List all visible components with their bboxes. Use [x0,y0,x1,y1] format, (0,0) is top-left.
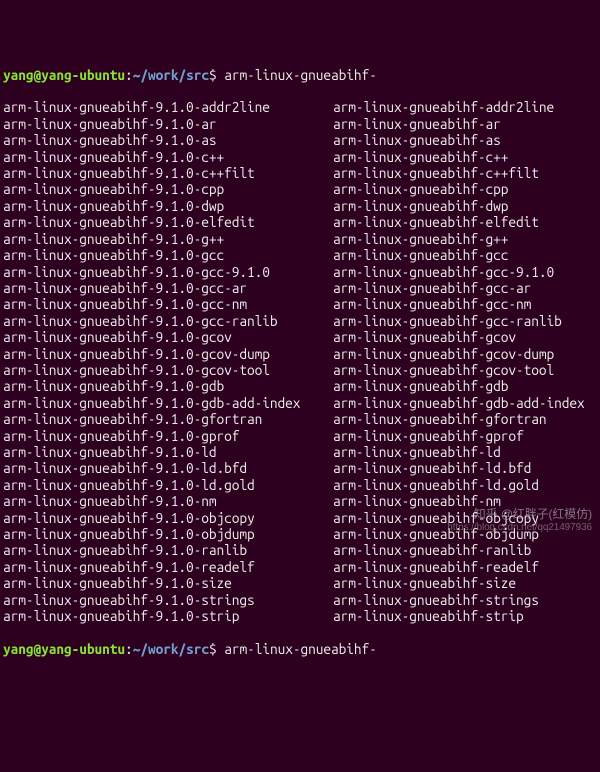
watermark-line1: 知乎 @红胖子(红模仿) [447,507,592,521]
listing-item: arm-linux-gnueabihf-gcov-tool [333,362,593,378]
listing-item: arm-linux-gnueabihf-ar [333,116,593,132]
listing-item: arm-linux-gnueabihf-9.1.0-size [3,575,333,591]
prompt-command: arm-linux-gnueabihf- [224,67,377,83]
watermark: 知乎 @红胖子(红模仿) https://blog.csdn.net/qq214… [447,507,592,535]
listing-item: arm-linux-gnueabihf-9.1.0-readelf [3,559,333,575]
listing-item: arm-linux-gnueabihf-ld [333,444,593,460]
listing-item: arm-linux-gnueabihf-strip [333,608,593,624]
listing-item: arm-linux-gnueabihf-9.1.0-objdump [3,526,333,542]
listing-item: arm-linux-gnueabihf-9.1.0-gdb [3,378,333,394]
listing-item: arm-linux-gnueabihf-gdb-add-index [333,395,593,411]
listing-item: arm-linux-gnueabihf-9.1.0-ld [3,444,333,460]
prompt-path: ~/work/src [133,67,209,83]
listing-item: arm-linux-gnueabihf-9.1.0-gprof [3,428,333,444]
listing-column-right: arm-linux-gnueabihf-addr2linearm-linux-g… [333,99,593,624]
listing-item: arm-linux-gnueabihf-c++filt [333,165,593,181]
terminal-line-prompt-2[interactable]: yang@yang-ubuntu:~/work/src$ arm-linux-g… [3,641,597,657]
listing-item: arm-linux-gnueabihf-c++ [333,149,593,165]
prompt-dollar: $ [209,67,224,83]
listing-item: arm-linux-gnueabihf-9.1.0-elfedit [3,214,333,230]
listing-item: arm-linux-gnueabihf-9.1.0-gcc [3,247,333,263]
listing-item: arm-linux-gnueabihf-9.1.0-gcc-ar [3,280,333,296]
prompt-colon: : [125,641,133,657]
listing-item: arm-linux-gnueabihf-9.1.0-strip [3,608,333,624]
terminal-line-prompt-1[interactable]: yang@yang-ubuntu:~/work/src$ arm-linux-g… [3,67,597,83]
listing-item: arm-linux-gnueabihf-gcov [333,329,593,345]
listing-item: arm-linux-gnueabihf-readelf [333,559,593,575]
listing-column-left: arm-linux-gnueabihf-9.1.0-addr2linearm-l… [3,99,333,624]
listing-item: arm-linux-gnueabihf-9.1.0-gfortran [3,411,333,427]
listing-item: arm-linux-gnueabihf-9.1.0-strings [3,592,333,608]
listing-item: arm-linux-gnueabihf-9.1.0-gcc-9.1.0 [3,264,333,280]
listing-item: arm-linux-gnueabihf-9.1.0-ranlib [3,542,333,558]
listing-item: arm-linux-gnueabihf-9.1.0-objcopy [3,510,333,526]
listing-item: arm-linux-gnueabihf-ranlib [333,542,593,558]
prompt-host: yang-ubuntu [41,641,125,657]
listing-item: arm-linux-gnueabihf-9.1.0-dwp [3,198,333,214]
prompt-dollar: $ [209,641,224,657]
listing-item: arm-linux-gnueabihf-9.1.0-gcov [3,329,333,345]
listing-item: arm-linux-gnueabihf-9.1.0-g++ [3,231,333,247]
listing-item: arm-linux-gnueabihf-addr2line [333,99,593,115]
listing-item: arm-linux-gnueabihf-gcc-ranlib [333,313,593,329]
listing-item: arm-linux-gnueabihf-gcc [333,247,593,263]
listing-item: arm-linux-gnueabihf-gcc-9.1.0 [333,264,593,280]
listing-item: arm-linux-gnueabihf-9.1.0-nm [3,493,333,509]
listing-item: arm-linux-gnueabihf-9.1.0-c++ [3,149,333,165]
listing-item: arm-linux-gnueabihf-cpp [333,181,593,197]
listing-item: arm-linux-gnueabihf-ld.gold [333,477,593,493]
listing-item: arm-linux-gnueabihf-gcc-ar [333,280,593,296]
listing-item: arm-linux-gnueabihf-gcov-dump [333,346,593,362]
listing-item: arm-linux-gnueabihf-size [333,575,593,591]
listing-item: arm-linux-gnueabihf-9.1.0-c++filt [3,165,333,181]
listing-item: arm-linux-gnueabihf-9.1.0-as [3,132,333,148]
listing-item: arm-linux-gnueabihf-9.1.0-cpp [3,181,333,197]
prompt-host: yang-ubuntu [41,67,125,83]
listing-item: arm-linux-gnueabihf-9.1.0-gcc-ranlib [3,313,333,329]
listing-item: arm-linux-gnueabihf-gfortran [333,411,593,427]
listing-item: arm-linux-gnueabihf-9.1.0-gcov-dump [3,346,333,362]
listing-item: arm-linux-gnueabihf-as [333,132,593,148]
prompt-user: yang [3,641,34,657]
listing-item: arm-linux-gnueabihf-elfedit [333,214,593,230]
listing-item: arm-linux-gnueabihf-ld.bfd [333,460,593,476]
listing-item: arm-linux-gnueabihf-9.1.0-gcov-tool [3,362,333,378]
prompt-command: arm-linux-gnueabihf- [224,641,377,657]
prompt-at: @ [34,67,42,83]
listing-item: arm-linux-gnueabihf-gdb [333,378,593,394]
prompt-colon: : [125,67,133,83]
listing-item: arm-linux-gnueabihf-9.1.0-ld.bfd [3,460,333,476]
listing-item: arm-linux-gnueabihf-9.1.0-ar [3,116,333,132]
listing-item: arm-linux-gnueabihf-gcc-nm [333,296,593,312]
completion-listing: arm-linux-gnueabihf-9.1.0-addr2linearm-l… [3,99,597,624]
prompt-path: ~/work/src [133,641,209,657]
listing-item: arm-linux-gnueabihf-dwp [333,198,593,214]
listing-item: arm-linux-gnueabihf-g++ [333,231,593,247]
listing-item: arm-linux-gnueabihf-9.1.0-gdb-add-index [3,395,333,411]
watermark-line2: https://blog.csdn.net/qq21497936 [447,521,592,535]
listing-item: arm-linux-gnueabihf-9.1.0-gcc-nm [3,296,333,312]
prompt-at: @ [34,641,42,657]
listing-item: arm-linux-gnueabihf-9.1.0-ld.gold [3,477,333,493]
listing-item: arm-linux-gnueabihf-9.1.0-addr2line [3,99,333,115]
prompt-user: yang [3,67,34,83]
listing-item: arm-linux-gnueabihf-strings [333,592,593,608]
listing-item: arm-linux-gnueabihf-gprof [333,428,593,444]
